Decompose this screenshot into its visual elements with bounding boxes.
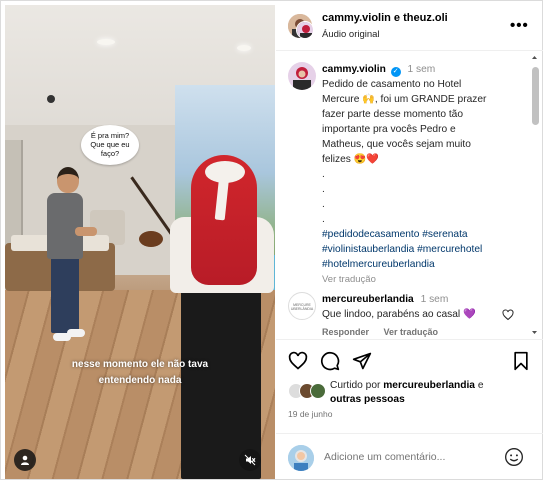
- caption-time[interactable]: 1 sem: [407, 64, 435, 75]
- comment-reply-button[interactable]: Responder: [322, 327, 369, 337]
- audio-link[interactable]: Áudio original: [322, 29, 380, 40]
- caption-line: .: [322, 214, 325, 225]
- likes-summary: Curtido por mercureuberlandia e outras p…: [288, 379, 538, 409]
- speaker-muted-icon[interactable]: [239, 449, 261, 471]
- add-comment-bar: [276, 433, 543, 481]
- speech-bubble-line: faço?: [100, 149, 120, 158]
- hashtag-line[interactable]: #pedidodecasamento #serenata: [322, 227, 532, 242]
- caption-line: felizes 😍❤️: [322, 154, 380, 165]
- caption-avatar[interactable]: [288, 62, 316, 90]
- caption-line: Pedido de casamento no Hotel: [322, 79, 462, 90]
- caption-line: fazer parte desse momento tão: [322, 109, 464, 120]
- more-horizontal-icon[interactable]: •••: [510, 17, 529, 34]
- video-man-shoe: [67, 329, 85, 337]
- caption-line: .: [322, 169, 325, 180]
- speech-bubble: É pra mim? Que que eu faço?: [81, 125, 139, 165]
- video-camera-dome: [47, 95, 55, 103]
- likers-avatars[interactable]: [288, 381, 326, 401]
- hashtag-line[interactable]: #violinistauberlandia #mercurehotel: [322, 242, 532, 257]
- post-caption: cammy.violin ✓ 1 sem Pedido de casamento…: [322, 62, 532, 287]
- caption-line: .: [322, 199, 325, 210]
- video-man-body: [47, 193, 83, 259]
- subtitle-line: nesse momento ele não tava: [71, 359, 209, 370]
- caption-translate-link[interactable]: Ver tradução: [322, 272, 532, 287]
- caption-line: importante pra vocês Pedro e: [322, 124, 456, 135]
- comment-avatar[interactable]: MERCURE UBERLÂNDIA: [288, 292, 316, 320]
- video-man-arm: [75, 227, 97, 236]
- post-authors[interactable]: cammy.violin e theuz.oli: [322, 12, 448, 24]
- caption-username[interactable]: cammy.violin: [322, 64, 386, 75]
- person-icon[interactable]: [14, 449, 36, 471]
- comment-text: Que lindoo, parabéns ao casal 💜: [322, 309, 476, 320]
- heart-icon[interactable]: [288, 351, 308, 376]
- comment-username[interactable]: mercureuberlandia: [322, 294, 414, 305]
- verified-badge-icon: ✓: [390, 67, 401, 77]
- video-man-head: [57, 167, 79, 193]
- caption-line: .: [322, 184, 325, 195]
- liker-avatar: [310, 383, 326, 399]
- post-date[interactable]: 19 de junho: [288, 409, 332, 419]
- post-details-panel: cammy.violin e theuz.oli Áudio original …: [276, 1, 543, 481]
- likes-user[interactable]: mercureuberlandia: [383, 380, 475, 391]
- reel-video[interactable]: É pra mim? Que que eu faço? nesse moment…: [5, 5, 275, 479]
- post-modal: É pra mim? Que que eu faço? nesse moment…: [0, 0, 543, 480]
- subtitle-line: entendendo nada: [98, 375, 182, 386]
- post-actions: [276, 341, 543, 381]
- video-subtitle: nesse momento ele não tava entendendo na…: [45, 357, 235, 389]
- comment-translate-link[interactable]: Ver tradução: [384, 327, 439, 337]
- comment-item: mercureuberlandia 1 sem Que lindoo, para…: [322, 292, 512, 322]
- speech-bubble-line: Que que eu: [90, 140, 130, 149]
- likes-text: Curtido por mercureuberlandia e outras p…: [330, 379, 484, 407]
- comment-avatar-logo: MERCURE UBERLÂNDIA: [290, 303, 314, 311]
- video-violin: [139, 231, 163, 247]
- video-man-legs: [51, 257, 79, 333]
- comment-icon[interactable]: [320, 351, 340, 376]
- smiley-icon[interactable]: [504, 447, 524, 472]
- comment-time[interactable]: 1 sem: [421, 294, 449, 305]
- comment-like-heart-icon[interactable]: [502, 308, 514, 326]
- video-hair-bow: [205, 161, 245, 183]
- send-icon[interactable]: [352, 351, 372, 376]
- comments-list[interactable]: cammy.violin ✓ 1 sem Pedido de casamento…: [276, 52, 543, 340]
- caption-line: Matheus, que vocês sejam muito: [322, 139, 471, 150]
- hashtag-line[interactable]: #hotelmercureuberlandia: [322, 257, 532, 272]
- scrollbar-thumb[interactable]: [532, 67, 539, 125]
- bookmark-icon[interactable]: [512, 351, 530, 376]
- speech-bubble-line: É pra mim?: [90, 131, 130, 140]
- video-ceiling-light: [237, 45, 251, 51]
- coauthor-avatar[interactable]: [296, 21, 314, 39]
- comment-meta: Responder Ver tradução: [322, 327, 438, 337]
- post-header: cammy.violin e theuz.oli Áudio original …: [276, 1, 543, 51]
- current-user-avatar: [288, 445, 314, 471]
- likes-prefix: Curtido por: [330, 380, 381, 391]
- comment-input[interactable]: [324, 451, 494, 463]
- likes-others-link[interactable]: outras pessoas: [330, 394, 405, 405]
- caption-line: Mercure 🙌, foi um GRANDE prazer: [322, 94, 487, 105]
- video-ceiling-light: [97, 39, 115, 45]
- likes-suffix: e: [477, 380, 484, 391]
